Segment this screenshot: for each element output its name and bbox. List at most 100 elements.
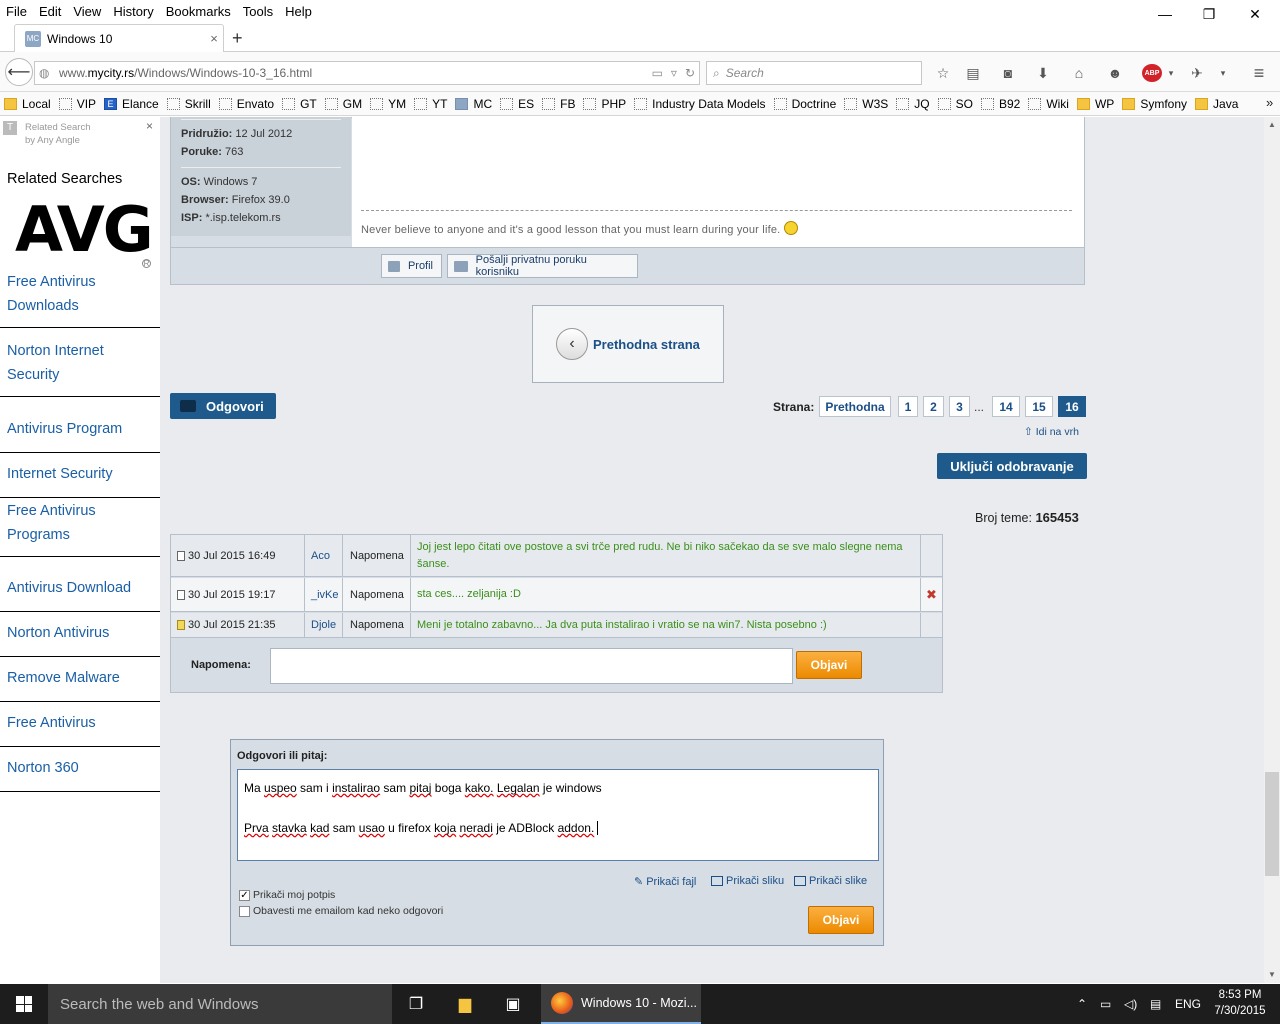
scroll-thumb[interactable] xyxy=(1265,772,1279,876)
bookmark-jq[interactable]: JQ xyxy=(896,97,930,111)
pagination-page-14[interactable]: 14 xyxy=(992,396,1020,417)
related-search-link[interactable]: Norton 360 xyxy=(0,747,160,792)
bookmark-skrill[interactable]: Skrill xyxy=(166,97,211,111)
comment-user[interactable]: Djole xyxy=(305,613,343,637)
delete-comment-icon[interactable] xyxy=(921,613,942,637)
extension-dropdown-icon[interactable]: ▾ xyxy=(1214,64,1232,82)
post-note-button[interactable]: Objavi xyxy=(796,651,862,679)
adblock-dropdown-icon[interactable]: ▾ xyxy=(1162,64,1180,82)
related-search-link[interactable]: Free Antivirus Downloads xyxy=(0,269,160,328)
bookmark-wiki[interactable]: Wiki xyxy=(1028,97,1069,111)
hamburger-menu-icon[interactable]: ≡ xyxy=(1250,63,1268,83)
previous-page-button[interactable]: ‹ Prethodna strana xyxy=(532,305,724,383)
enable-approval-button[interactable]: Uključi odobravanje xyxy=(937,453,1087,479)
search-bar[interactable]: ⌕ Search xyxy=(706,61,922,85)
bookmark-yt[interactable]: YT xyxy=(414,97,447,111)
checkbox-unchecked[interactable] xyxy=(239,905,250,917)
bookmark-symfony[interactable]: Symfony xyxy=(1122,97,1187,111)
reader-view-icon[interactable]: ▭ xyxy=(648,66,667,80)
email-notify-checkbox[interactable]: Obavesti me emailom kad neko odgovori xyxy=(239,905,443,917)
bookmark-gt[interactable]: GT xyxy=(282,97,317,111)
related-search-link[interactable]: Free Antivirus xyxy=(0,702,160,747)
back-button[interactable]: ⟵ xyxy=(5,58,33,86)
tab-close-icon[interactable]: × xyxy=(205,31,223,46)
related-search-link[interactable]: Remove Malware xyxy=(0,657,160,702)
bookmark-mc[interactable]: MC xyxy=(455,97,492,111)
bookmark-vip[interactable]: VIP xyxy=(58,97,96,111)
profile-button[interactable]: Profil xyxy=(381,254,442,278)
url-bar[interactable]: ◍ www.mycity.rs/Windows/Windows-10-3_16.… xyxy=(34,61,700,85)
bookmark-es[interactable]: ES xyxy=(500,97,534,111)
pocket-icon[interactable]: ◙ xyxy=(999,64,1017,82)
adblock-icon[interactable]: ABP xyxy=(1142,64,1162,82)
delete-comment-icon[interactable] xyxy=(921,535,942,576)
task-view-icon[interactable]: ❐ xyxy=(392,984,440,1024)
bookmark-java[interactable]: Java xyxy=(1195,97,1238,111)
checkbox-checked[interactable]: ✓ xyxy=(239,889,250,901)
menu-tools[interactable]: Tools xyxy=(237,4,279,19)
bookmark-w3s[interactable]: W3S xyxy=(844,97,888,111)
scroll-down-icon[interactable]: ▼ xyxy=(1264,967,1280,983)
extension-icon[interactable]: ✈ xyxy=(1188,64,1206,82)
post-reply-button[interactable]: Objavi xyxy=(808,906,874,934)
bookmark-b92[interactable]: B92 xyxy=(980,97,1020,111)
pagination-prev[interactable]: Prethodna xyxy=(819,396,891,417)
clock[interactable]: 8:53 PM 7/30/2015 xyxy=(1212,987,1268,1019)
attach-image-link[interactable]: Prikači sliku xyxy=(711,875,784,887)
network-icon[interactable]: ▭ xyxy=(1100,984,1111,1024)
pagination-page-2[interactable]: 2 xyxy=(923,396,944,417)
related-search-link[interactable]: Antivirus Download xyxy=(0,567,160,612)
bookmark-gm[interactable]: GM xyxy=(324,97,362,111)
bookmark-elance[interactable]: E Elance xyxy=(104,97,159,111)
related-search-link[interactable]: Norton Internet Security xyxy=(0,338,160,397)
bookmark-php[interactable]: PHP xyxy=(583,97,626,111)
related-search-link[interactable]: Antivirus Program xyxy=(0,408,160,453)
file-explorer-icon[interactable]: ▆ xyxy=(441,984,489,1024)
chat-icon[interactable]: ☻ xyxy=(1106,64,1124,82)
star-icon[interactable]: ☆ xyxy=(934,64,952,82)
home-icon[interactable]: ⌂ xyxy=(1070,64,1088,82)
attach-images-link[interactable]: Prikači slike xyxy=(794,875,867,887)
store-icon[interactable]: ▣ xyxy=(489,984,537,1024)
attach-file-link[interactable]: ✎ Prikači fajl xyxy=(634,875,696,889)
dropdown-arrow-icon[interactable]: ▿ xyxy=(667,66,681,80)
related-search-link[interactable]: Free Antivirus Programs xyxy=(0,498,160,557)
bookmark-doctrine[interactable]: Doctrine xyxy=(773,97,836,111)
show-hidden-icons[interactable]: ⌃ xyxy=(1077,984,1087,1024)
language-indicator[interactable]: ENG xyxy=(1175,984,1201,1024)
bookmark-wp[interactable]: WP xyxy=(1076,97,1114,111)
note-input[interactable] xyxy=(270,648,793,684)
comment-user[interactable]: Aco xyxy=(305,535,343,576)
reload-icon[interactable]: ↻ xyxy=(681,66,699,80)
scroll-up-icon[interactable]: ▲ xyxy=(1264,117,1280,133)
taskbar-search[interactable]: Search the web and Windows xyxy=(48,984,392,1024)
pagination-page-1[interactable]: 1 xyxy=(898,396,918,417)
action-center-icon[interactable]: ▤ xyxy=(1150,984,1161,1024)
download-icon[interactable]: ⬇ xyxy=(1034,64,1052,82)
menu-view[interactable]: View xyxy=(67,4,107,19)
related-search-link[interactable]: Norton Antivirus xyxy=(0,612,160,657)
vertical-scrollbar[interactable]: ▲ ▼ xyxy=(1264,117,1280,983)
menu-history[interactable]: History xyxy=(107,4,159,19)
bookmark-industry-data-models[interactable]: Industry Data Models xyxy=(634,97,766,111)
attach-signature-checkbox[interactable]: ✓ Prikači moj potpis xyxy=(239,889,335,901)
volume-icon[interactable]: ◁) xyxy=(1124,984,1137,1024)
delete-comment-icon[interactable]: ✖ xyxy=(921,578,942,611)
pagination-page-3[interactable]: 3 xyxy=(949,396,970,417)
pagination-page-16[interactable]: 16 xyxy=(1058,396,1086,417)
start-button[interactable] xyxy=(0,984,48,1024)
tab-windows-10[interactable]: MC Windows 10 × xyxy=(14,24,224,52)
close-sidebar-icon[interactable]: × xyxy=(146,119,153,133)
comment-user[interactable]: _ivKe xyxy=(305,578,343,611)
taskbar-firefox-app[interactable]: Windows 10 - Mozi... xyxy=(541,984,701,1024)
bookmark-local[interactable]: Local xyxy=(4,97,51,111)
bookmark-envato[interactable]: Envato xyxy=(218,97,274,111)
pagination-page-15[interactable]: 15 xyxy=(1025,396,1053,417)
menu-edit[interactable]: Edit xyxy=(33,4,67,19)
reply-button[interactable]: Odgovori xyxy=(170,393,276,419)
avg-logo[interactable]: AVG xyxy=(15,195,154,265)
menu-file[interactable]: File xyxy=(0,4,33,19)
new-tab-button[interactable]: + xyxy=(232,28,243,49)
menu-help[interactable]: Help xyxy=(279,4,318,19)
back-to-top-link[interactable]: ⇧ Idi na vrh xyxy=(1024,426,1079,438)
